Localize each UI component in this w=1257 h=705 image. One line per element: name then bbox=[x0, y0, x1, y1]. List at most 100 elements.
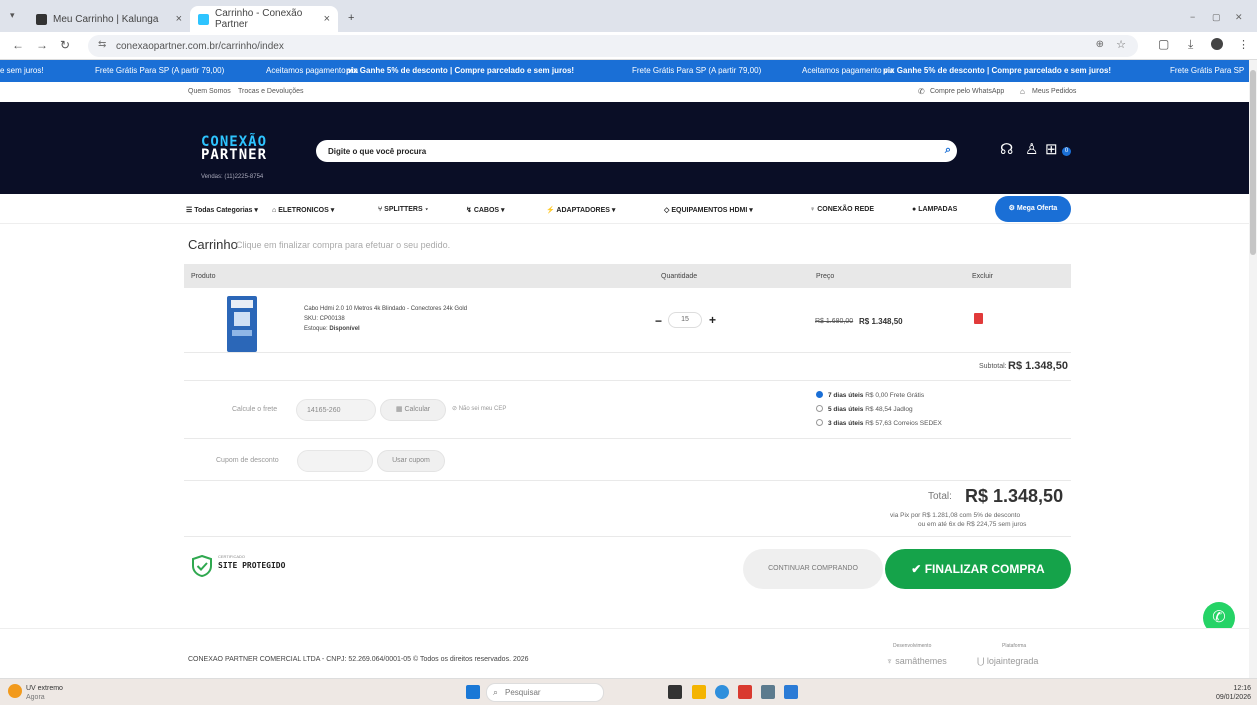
quantity-input[interactable]: 15 bbox=[668, 312, 702, 328]
quantity-decrease-button[interactable]: − bbox=[655, 314, 662, 328]
kalunga-favicon-icon bbox=[36, 13, 47, 25]
delete-item-trash-icon[interactable] bbox=[974, 313, 983, 324]
pix-discount-note: via Pix por R$ 1.281,08 com 5% de descon… bbox=[890, 512, 1021, 519]
apply-coupon-button[interactable]: Usar cupom bbox=[377, 450, 445, 472]
url-field[interactable]: ⇆ conexaopartner.com.br/carrinho/index ⊕… bbox=[88, 35, 1138, 57]
edge-browser-icon[interactable] bbox=[715, 685, 729, 699]
clock-date: 09/01/2026 bbox=[1215, 694, 1251, 701]
nav-label: LAMPADAS bbox=[918, 206, 958, 213]
close-tab-icon[interactable]: × bbox=[176, 13, 182, 25]
search-icon[interactable]: ⌕ bbox=[945, 144, 951, 157]
shipping-option[interactable]: 7 dias úteis R$ 0,00 Frete Grátis bbox=[816, 391, 924, 399]
profile-avatar[interactable] bbox=[1211, 38, 1223, 50]
exchanges-link[interactable]: Trocas e Devoluções bbox=[238, 88, 304, 95]
whatsapp-link[interactable]: Compre pelo WhatsApp bbox=[930, 88, 1004, 95]
nav-cabos[interactable]: ↯ CABOS ▾ bbox=[466, 206, 505, 214]
app-grey-icon[interactable] bbox=[761, 685, 775, 699]
radio-unselected[interactable] bbox=[816, 405, 823, 412]
calc-label: Calcular bbox=[404, 406, 431, 413]
tab-conexao-partner[interactable]: Carrinho - Conexão Partner × bbox=[190, 6, 338, 32]
extensions-icon[interactable]: ▢ bbox=[1158, 37, 1169, 51]
site-info-icon[interactable]: ⇆ bbox=[98, 39, 106, 50]
close-window-icon[interactable]: ✕ bbox=[1235, 12, 1243, 23]
sales-phone: Vendas: (11)2225-8754 bbox=[201, 174, 264, 180]
divider bbox=[184, 438, 1071, 439]
cep-input[interactable]: 14165-260 bbox=[296, 399, 376, 421]
dev-brand-text: samâthemes bbox=[895, 656, 947, 666]
forward-icon[interactable]: → bbox=[36, 38, 48, 52]
tab-list-chevron-icon[interactable]: ▾ bbox=[10, 10, 15, 21]
search-input[interactable]: Digite o que você procura ⌕ bbox=[316, 140, 957, 162]
cart-icon[interactable]: ⊞ bbox=[1045, 140, 1058, 158]
back-icon[interactable]: ← bbox=[12, 38, 24, 52]
quantity-increase-button[interactable]: + bbox=[709, 313, 716, 327]
scrollbar-thumb[interactable] bbox=[1250, 70, 1256, 255]
option-detail: R$ 48,54 Jadlog bbox=[865, 406, 913, 413]
nav-label: SPLITTERS bbox=[384, 206, 423, 213]
task-view-icon[interactable] bbox=[668, 685, 682, 699]
taskbar-search[interactable]: ⌕ Pesquisar bbox=[486, 683, 604, 702]
continue-shopping-button[interactable]: CONTINUAR COMPRANDO bbox=[743, 549, 883, 589]
menu-dots-icon[interactable]: ⋮ bbox=[1238, 38, 1249, 51]
close-tab-icon[interactable]: × bbox=[324, 13, 330, 25]
option-detail: R$ 57,63 Correios SEDEX bbox=[865, 420, 942, 427]
download-icon[interactable]: ⤓ bbox=[1188, 37, 1193, 52]
about-link[interactable]: Quem Somos bbox=[188, 88, 231, 95]
weather-sun-icon[interactable] bbox=[8, 684, 22, 698]
nav-conexao-rede[interactable]: ♀ CONEXÃO REDE bbox=[810, 206, 874, 213]
total-label: Total: bbox=[928, 491, 952, 502]
page-scrollbar[interactable] bbox=[1249, 60, 1257, 678]
new-tab-icon[interactable]: + bbox=[348, 12, 354, 24]
nav-eletronicos[interactable]: ⌂ ELETRONICOS ▾ bbox=[272, 206, 334, 214]
maximize-icon[interactable]: ▢ bbox=[1212, 12, 1221, 23]
radio-selected[interactable] bbox=[816, 391, 823, 398]
bookmark-star-icon[interactable]: ☆ bbox=[1116, 38, 1126, 51]
radio-unselected[interactable] bbox=[816, 419, 823, 426]
site-footer bbox=[0, 628, 1249, 678]
dev-brand-logo[interactable]: ♆ samâthemes bbox=[886, 656, 947, 666]
platform-brand-logo[interactable]: ⋃ lojaintegrada bbox=[977, 656, 1038, 667]
option-days: 3 dias úteis bbox=[828, 420, 864, 427]
shipping-label: Calcule o frete bbox=[232, 406, 278, 413]
whatsapp-small-icon: ✆ bbox=[918, 87, 925, 96]
option-days: 7 dias úteis bbox=[828, 392, 864, 399]
divider bbox=[184, 536, 1071, 537]
nav-splitters[interactable]: ⑂ SPLITTERS ▾ bbox=[378, 206, 429, 213]
shipping-option[interactable]: 5 dias úteis R$ 48,54 Jadlog bbox=[816, 405, 913, 413]
nav-equipamentos-hdmi[interactable]: ◇ EQUIPAMENTOS HDMI ▾ bbox=[664, 206, 753, 214]
mega-offer-button[interactable]: ⚙ Mega Oferta bbox=[995, 196, 1071, 222]
no-cep-link[interactable]: ⊘ Não sei meu CEP bbox=[452, 405, 506, 412]
taskbar-search-label: Pesquisar bbox=[505, 688, 541, 697]
reload-icon[interactable]: ↻ bbox=[60, 38, 70, 52]
minimize-icon[interactable]: − bbox=[1190, 12, 1195, 22]
nav-all-categories[interactable]: ☰ Todas Categorias ▾ bbox=[186, 206, 258, 214]
ticker-text: Frete Grátis Para SP (A partir 79,00) bbox=[632, 66, 762, 75]
nav-adaptadores[interactable]: ⚡ ADAPTADORES ▾ bbox=[546, 206, 615, 214]
orders-link[interactable]: Meus Pedidos bbox=[1032, 88, 1076, 95]
divider bbox=[184, 480, 1071, 481]
nav-lampadas[interactable]: ● LAMPADAS bbox=[912, 206, 957, 213]
platform-label: Plataforma bbox=[1002, 643, 1027, 649]
windows-start-icon[interactable] bbox=[466, 685, 480, 699]
shipping-option[interactable]: 3 dias úteis R$ 57,63 Correios SEDEX bbox=[816, 419, 942, 427]
thumb-detail bbox=[234, 312, 250, 326]
coupon-input[interactable] bbox=[297, 450, 373, 472]
app-red-icon[interactable] bbox=[738, 685, 752, 699]
app-blue-icon[interactable] bbox=[784, 685, 798, 699]
clock-time: 12:16 bbox=[1233, 685, 1251, 692]
product-thumbnail[interactable] bbox=[227, 296, 257, 352]
column-header: Excluir bbox=[972, 273, 994, 280]
calculate-shipping-button[interactable]: ▦ Calcular bbox=[380, 399, 446, 421]
promo-ticker: e sem juros! Frete Grátis Para SP (A par… bbox=[0, 60, 1249, 82]
weather-widget[interactable]: UV extremo Agora bbox=[26, 684, 63, 702]
file-explorer-icon[interactable] bbox=[692, 685, 706, 699]
finalize-purchase-button[interactable]: ✔ FINALIZAR COMPRA bbox=[885, 549, 1071, 589]
support-headset-icon[interactable]: ☊ bbox=[1000, 140, 1013, 158]
product-name[interactable]: Cabo Hdmi 2.0 10 Metros 4k Blindado - Co… bbox=[304, 306, 467, 312]
system-clock[interactable]: 12:16 09/01/2026 bbox=[1216, 684, 1251, 702]
site-logo[interactable]: CONEXÃO PARTNER bbox=[201, 135, 267, 162]
tab-kalunga[interactable]: Meu Carrinho | Kalunga × bbox=[28, 6, 190, 32]
url-text: conexaopartner.com.br/carrinho/index bbox=[116, 40, 284, 52]
zoom-icon[interactable]: ⊕ bbox=[1096, 39, 1104, 50]
account-icon[interactable]: ♙ bbox=[1025, 140, 1038, 158]
